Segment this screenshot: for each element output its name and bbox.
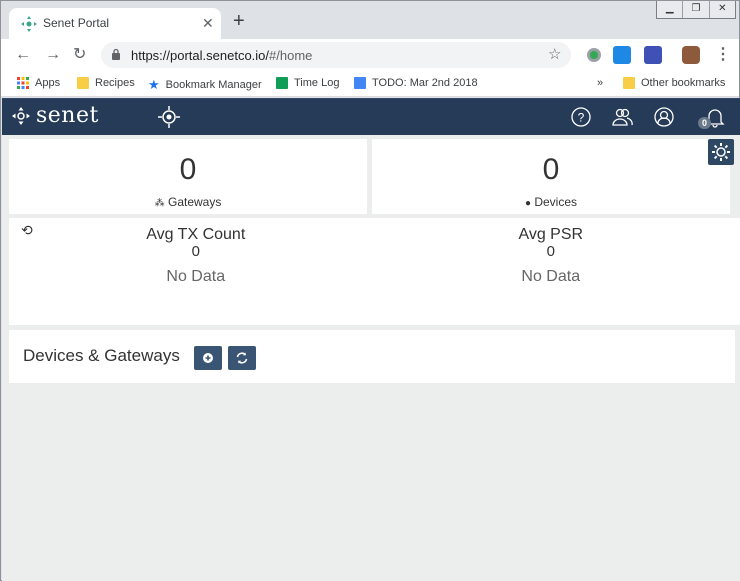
minimize-button[interactable]: ▁ [657,1,684,18]
bookmarks-bar: Apps Recipes ★ Bookmark Manager Time Log… [1,71,739,97]
back-arrow-icon[interactable]: ← [15,45,31,65]
bookmark-label: Recipes [95,77,135,89]
tab-close-icon[interactable]: ✕ [202,15,214,31]
docs-icon [354,77,366,89]
tab-title: Senet Portal [43,16,110,30]
senet-favicon-icon [21,16,37,32]
brand-logo[interactable]: senet [12,103,99,128]
settings-button[interactable] [708,139,734,165]
devices-count: 0 [542,153,560,186]
gear-icon [712,143,730,161]
add-device-button[interactable] [194,346,222,370]
tab-strip: Senet Portal ✕ + ▁ ❐ ✕ [1,1,739,39]
rss-icon: ⁂ [154,198,165,209]
avg-tx-value: 0 [191,243,200,260]
senet-logo-icon [12,106,30,125]
address-bar[interactable]: https://portal.senetco.io/#/home ☆ [101,42,571,68]
folder-icon [623,77,635,89]
app-content: senet ? 0 0 ⁂ Gateways 0 ● Devices ⟲ Avg… [2,98,740,581]
profile-avatar[interactable] [682,46,700,64]
url-path: #/home [269,48,313,63]
users-icon[interactable] [611,106,633,128]
help-icon[interactable]: ? [570,106,592,128]
extension-circle-icon[interactable] [585,46,603,64]
avg-tx-status: No Data [166,268,226,285]
menu-kebab-icon[interactable]: ⋮ [715,45,731,65]
account-icon[interactable] [653,106,675,128]
svg-text:?: ? [578,111,585,125]
gateways-label-row: ⁂ Gateways [9,195,367,209]
bookmark-label: Bookmark Manager [165,79,262,91]
bookmark-label: TODO: Mar 2nd 2018 [372,77,478,89]
bookmark-apps[interactable]: Apps [17,77,60,89]
devices-label-row: ● Devices [372,195,730,209]
gateways-count: 0 [179,153,197,186]
bookmark-other[interactable]: Other bookmarks [623,77,725,89]
url-text: https://portal.senetco.io/#/home [131,48,312,63]
maximize-button[interactable]: ❐ [683,1,710,18]
refresh-icon [236,352,248,364]
gateways-label: Gateways [167,195,222,209]
gateways-card[interactable]: 0 ⁂ Gateways [9,139,367,214]
url-host: https://portal.senetco.io/ [131,48,270,63]
bookmark-label: Apps [35,77,61,89]
avg-tx-title: Avg TX Count [146,226,246,243]
app-navbar: senet ? 0 [2,98,740,135]
more-bookmarks-chevron[interactable]: » [597,77,603,89]
folder-icon [77,77,89,89]
lock-icon [112,48,120,60]
bookmark-time-log[interactable]: Time Log [276,77,339,89]
bookmark-label: Other bookmarks [641,77,726,89]
avg-psr-title: Avg PSR [518,226,584,243]
extension-arrow-icon[interactable] [613,46,631,64]
new-tab-button[interactable]: + [233,11,245,31]
browser-toolbar: ← → ↻ https://portal.senetco.io/#/home ☆… [1,39,739,71]
apps-grid-icon [17,77,29,89]
plus-circle-icon [203,353,213,363]
sheets-icon [276,77,288,89]
browser-tab[interactable]: Senet Portal ✕ [9,8,221,39]
close-window-button[interactable]: ✕ [710,1,735,18]
bookmark-todo[interactable]: TODO: Mar 2nd 2018 [354,77,478,89]
avg-psr-status: No Data [521,268,581,285]
notification-badge: 0 [698,117,712,129]
bookmark-recipes[interactable]: Recipes [77,77,135,89]
bookmark-manager[interactable]: ★ Bookmark Manager [148,77,262,93]
bookmark-star-icon[interactable]: ☆ [548,45,561,63]
devices-card[interactable]: 0 ● Devices [372,139,730,214]
avg-psr-value: 0 [546,243,555,260]
window-controls: ▁ ❐ ✕ [656,1,736,19]
star-icon: ★ [148,77,160,92]
pin-icon: ● [524,198,531,209]
brand-name: senet [36,103,99,128]
extension-calendar-icon[interactable] [644,46,662,64]
target-crosshair-icon[interactable] [158,106,180,128]
reload-icon[interactable]: ↻ [73,45,86,65]
stats-card: ⟲ Avg TX Count 0 No Data Avg PSR 0 No Da… [9,218,740,325]
forward-arrow-icon[interactable]: → [45,45,61,65]
refresh-button[interactable] [228,346,256,370]
bookmark-label: Time Log [294,77,340,89]
section-title: Devices & Gateways [23,346,180,365]
browser-window: Senet Portal ✕ + ▁ ❐ ✕ ← → ↻ https://por… [0,0,740,581]
devices-label: Devices [534,195,578,209]
